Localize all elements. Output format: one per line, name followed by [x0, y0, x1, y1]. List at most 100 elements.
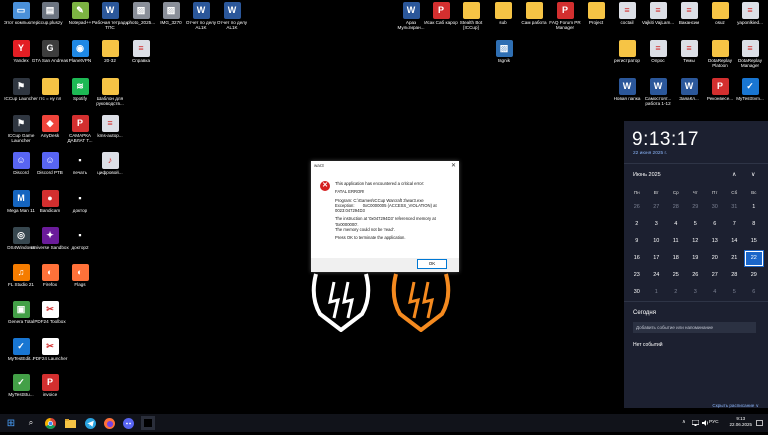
desktop-icon[interactable]: ♪ цифровой... — [91, 152, 129, 175]
dialog-close-button[interactable]: ✕ — [451, 161, 456, 171]
desktop-icon[interactable]: Pinvoice — [31, 374, 69, 397]
desktop-icon[interactable]: ≡ DotaReplay Manager — [731, 40, 768, 68]
taskbar-clock[interactable]: 9:13 22.06.2025 — [729, 416, 752, 428]
calendar-day[interactable]: 9 — [627, 233, 647, 250]
language-indicator[interactable]: РУС — [709, 420, 719, 425]
calendar-day[interactable]: 12 — [686, 233, 706, 250]
calendar-day[interactable]: 28 — [725, 267, 745, 284]
word-doc-icon: W — [402, 2, 420, 19]
calendar-day[interactable]: 29 — [686, 199, 706, 216]
calendar-day[interactable]: 4 — [666, 216, 686, 233]
desktop-icon-label: PDF24 Toolbox — [34, 319, 66, 324]
dialog-titlebar[interactable]: war3 ✕ — [311, 161, 459, 171]
desktop-icon[interactable]: ✂ PDF24 Toolbox — [31, 301, 69, 324]
start-button[interactable]: ⊞ — [5, 417, 17, 429]
calendar-day[interactable]: 5 — [725, 284, 745, 301]
desktop-icon[interactable]: ≡ yaponlkied... — [731, 2, 768, 25]
calendar-day[interactable]: 29 — [744, 267, 764, 284]
calendar-day[interactable]: 11 — [666, 233, 686, 250]
calendar-day[interactable]: 23 — [627, 267, 647, 284]
desktop-icon[interactable]: ▪ доктор2 — [61, 227, 99, 250]
calendar-day[interactable]: 3 — [647, 216, 667, 233]
desktop-icon[interactable]: ✓ MyTestSvm... — [731, 78, 768, 101]
calendar-day[interactable]: 26 — [686, 267, 706, 284]
calendar-day[interactable]: 24 — [647, 267, 667, 284]
desktop-icon[interactable]: ▨ tsgnik — [485, 40, 523, 63]
calendar-day[interactable]: 1 — [744, 199, 764, 216]
document-icon: ≡ — [741, 2, 759, 19]
clock-date-link[interactable]: 22 июня 2025 г. — [633, 151, 667, 156]
divider — [624, 163, 768, 164]
desktop-icon[interactable]: ◐ Flags — [61, 264, 99, 287]
firefox-icon: ◐ — [71, 264, 89, 281]
calendar-day[interactable]: 5 — [686, 216, 706, 233]
document-icon: ≡ — [649, 40, 667, 57]
discord-taskbar-icon[interactable] — [122, 417, 134, 429]
calendar-day[interactable]: 30 — [627, 284, 647, 301]
war3-taskbar-button[interactable] — [141, 416, 155, 430]
desktop-icon[interactable]: W Отчет по делу AL1K — [213, 2, 251, 30]
calendar-day[interactable]: 27 — [705, 267, 725, 284]
volume-icon[interactable] — [702, 420, 709, 428]
calendar-day[interactable]: 8 — [744, 216, 764, 233]
calendar-day[interactable]: 15 — [744, 233, 764, 250]
calendar-day[interactable]: 6 — [705, 216, 725, 233]
ok-button[interactable]: OK — [417, 259, 447, 269]
calendar-day[interactable]: 26 — [627, 199, 647, 216]
calendar-day[interactable]: 2 — [666, 284, 686, 301]
file-explorer-icon[interactable] — [64, 417, 76, 429]
wallpaper-logo-orange — [391, 273, 451, 332]
calendar-day[interactable]: 16 — [627, 250, 647, 267]
notifications-icon[interactable] — [756, 420, 763, 429]
clock-time: 9:13:17 — [632, 129, 699, 150]
next-month-button[interactable]: ∨ — [751, 171, 755, 178]
calendar-day[interactable]: 18 — [666, 250, 686, 267]
calendar-day[interactable]: 10 — [647, 233, 667, 250]
calendar-day[interactable]: 3 — [686, 284, 706, 301]
telegram-icon[interactable] — [84, 417, 96, 429]
dialog-line: Press OK to terminate the application. — [335, 235, 406, 241]
dialog-message: This application has encountered a criti… — [335, 181, 453, 244]
desktop-icon[interactable]: ✂ PDF24 Launcher — [31, 338, 69, 361]
calendar-day[interactable]: 25 — [666, 267, 686, 284]
folder-icon: ▬ — [41, 78, 59, 95]
network-icon[interactable] — [691, 419, 700, 428]
calendar-month[interactable]: Июнь 2025 — [633, 172, 661, 178]
add-event-input[interactable]: Добавить событие или напоминание — [633, 322, 756, 333]
divider — [624, 301, 768, 302]
hide-schedule-link[interactable]: Скрыть расписание ∨ — [712, 403, 759, 409]
previous-month-button[interactable]: ∧ — [732, 171, 736, 178]
calendar-day-today[interactable]: 22 — [744, 250, 764, 267]
calendar-day[interactable]: 4 — [705, 284, 725, 301]
no-events-text: Нет событий — [633, 342, 663, 348]
desktop-icon[interactable]: ≡ kms-autop... — [91, 115, 129, 138]
desktop-icon[interactable]: ▪ доктор — [61, 190, 99, 213]
calendar-grid: Пн Вт Ср Чт Пт Сб Вс 26 27 28 29 30 31 1 2 3 4 5 6 7 8 9 10 11 1… — [627, 187, 764, 301]
pdf-icon: P — [71, 115, 89, 132]
taskbar: ⊞ ⌕ ∧ РУС 9:13 22.06.2025 — [0, 414, 768, 432]
desktop-icon[interactable]: ≡ Справка — [122, 40, 160, 63]
firefox-taskbar-icon[interactable] — [103, 417, 115, 429]
calendar-day[interactable]: 27 — [647, 199, 667, 216]
folder-icon: ▬ — [525, 2, 543, 19]
chrome-icon[interactable] — [44, 417, 56, 429]
calendar-day[interactable]: 14 — [725, 233, 745, 250]
calendar-day[interactable]: 17 — [647, 250, 667, 267]
calendar-day[interactable]: 19 — [686, 250, 706, 267]
calendar-day[interactable]: 30 — [705, 199, 725, 216]
desktop-icon[interactable]: ▬ Шаблон для руководств... — [91, 78, 129, 106]
calendar-day[interactable]: 13 — [705, 233, 725, 250]
search-icon[interactable]: ⌕ — [25, 417, 37, 429]
calendar-day[interactable]: 1 — [647, 284, 667, 301]
anydesk-icon: ◆ — [41, 115, 59, 132]
tray-overflow-button[interactable]: ∧ — [682, 420, 686, 425]
iccup-icon: ⚑ — [12, 78, 30, 95]
calendar-day[interactable]: 20 — [705, 250, 725, 267]
weekday-header: Сб — [731, 190, 738, 195]
calendar-day[interactable]: 31 — [725, 199, 745, 216]
calendar-day[interactable]: 6 — [744, 284, 764, 301]
calendar-day[interactable]: 21 — [725, 250, 745, 267]
calendar-day[interactable]: 7 — [725, 216, 745, 233]
calendar-day[interactable]: 2 — [627, 216, 647, 233]
calendar-day[interactable]: 28 — [666, 199, 686, 216]
